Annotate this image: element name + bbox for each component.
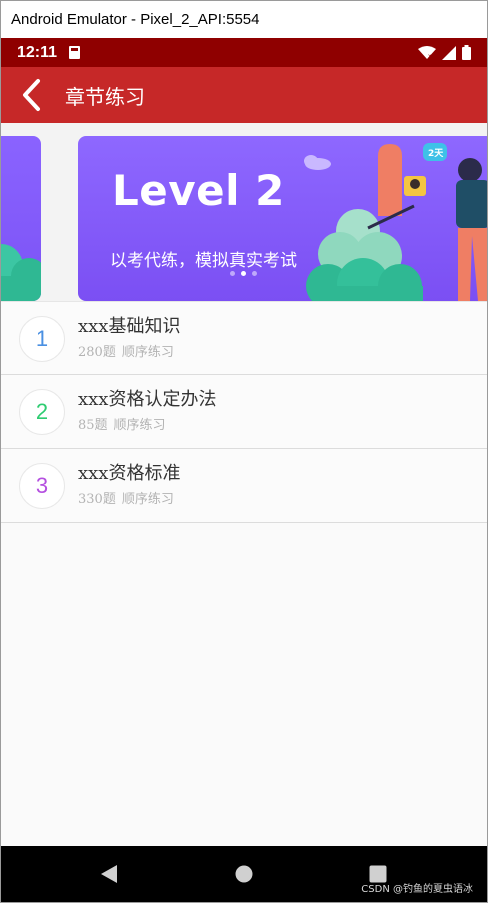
svg-text:x: x bbox=[428, 53, 432, 60]
carousel-dot[interactable] bbox=[252, 271, 257, 276]
chapter-number: 1 bbox=[35, 326, 49, 351]
navigation-bar: CSDN @钓鱼的夏虫语冰 bbox=[1, 846, 487, 902]
status-time: 12:11 bbox=[17, 43, 58, 61]
question-count: 280题 bbox=[78, 345, 116, 360]
status-icons: x bbox=[418, 45, 471, 60]
question-count: 330题 bbox=[78, 492, 116, 507]
question-count: 85题 bbox=[78, 418, 108, 433]
banner-slide-previous[interactable] bbox=[1, 136, 41, 301]
chapter-item[interactable]: 3 xxx资格标准 330题 顺序练习 bbox=[1, 449, 487, 523]
back-triangle-icon bbox=[101, 865, 117, 883]
chapter-meta: 85题 顺序练习 bbox=[78, 414, 166, 433]
nav-home-button[interactable] bbox=[214, 846, 274, 902]
banner-illustration: 2天 bbox=[304, 143, 487, 301]
practice-mode: 顺序练习 bbox=[113, 418, 166, 433]
chapter-number-badge: 3 bbox=[19, 463, 65, 509]
chapter-item[interactable]: 1 xxx基础知识 280题 顺序练习 bbox=[1, 301, 487, 375]
chapter-item[interactable]: 2 xxx资格认定办法 85题 顺序练习 bbox=[1, 375, 487, 449]
status-bar: 12:11 x bbox=[1, 38, 487, 67]
chapter-number: 2 bbox=[35, 399, 49, 424]
emulator-window: Android Emulator - Pixel_2_API:5554 12:1… bbox=[0, 0, 488, 903]
watermark: CSDN @钓鱼的夏虫语冰 bbox=[361, 884, 473, 895]
banner-slide-current[interactable]: 2天 Level 2 以考代练，模拟真实考试 bbox=[78, 136, 487, 301]
window-title: Android Emulator - Pixel_2_API:5554 bbox=[11, 11, 260, 28]
battery-icon bbox=[462, 45, 471, 60]
signal-icon bbox=[442, 45, 456, 60]
chapter-list: 1 xxx基础知识 280题 顺序练习 2 xxx资格认定办法 85题 顺序练习 3… bbox=[1, 301, 487, 523]
nav-back-button[interactable] bbox=[79, 846, 139, 902]
carousel-indicator bbox=[230, 271, 257, 276]
chapter-name: xxx基础知识 bbox=[78, 316, 181, 337]
banner-heading: Level 2 bbox=[112, 166, 285, 215]
app-bar: 章节练习 bbox=[1, 67, 487, 123]
banner-carousel[interactable]: 2天 Level 2 以考代练，模拟真实考试 bbox=[1, 123, 487, 301]
chapter-name: xxx资格标准 bbox=[78, 463, 181, 484]
back-button[interactable] bbox=[11, 67, 51, 123]
banner-badge-text: 2天 bbox=[428, 148, 444, 159]
window-titlebar: Android Emulator - Pixel_2_API:5554 bbox=[1, 1, 487, 38]
practice-mode: 顺序练习 bbox=[121, 345, 174, 360]
page-title: 章节练习 bbox=[65, 84, 145, 109]
back-arrow-icon bbox=[23, 79, 40, 111]
chapter-name: xxx资格认定办法 bbox=[78, 389, 217, 410]
wifi-icon: x bbox=[418, 45, 436, 60]
carousel-dot[interactable] bbox=[230, 271, 235, 276]
home-circle-icon bbox=[235, 865, 253, 883]
chapter-number: 3 bbox=[35, 473, 49, 498]
chapter-number-badge: 2 bbox=[19, 389, 65, 435]
chapter-meta: 330题 顺序练习 bbox=[78, 488, 174, 507]
practice-mode: 顺序练习 bbox=[121, 492, 174, 507]
chapter-meta: 280题 顺序练习 bbox=[78, 341, 174, 360]
banner-subtitle: 以考代练，模拟真实考试 bbox=[110, 251, 297, 271]
carousel-dot-active[interactable] bbox=[241, 271, 246, 276]
chapter-number-badge: 1 bbox=[19, 316, 65, 362]
sd-card-icon bbox=[69, 46, 81, 59]
bush-illustration bbox=[1, 244, 41, 301]
